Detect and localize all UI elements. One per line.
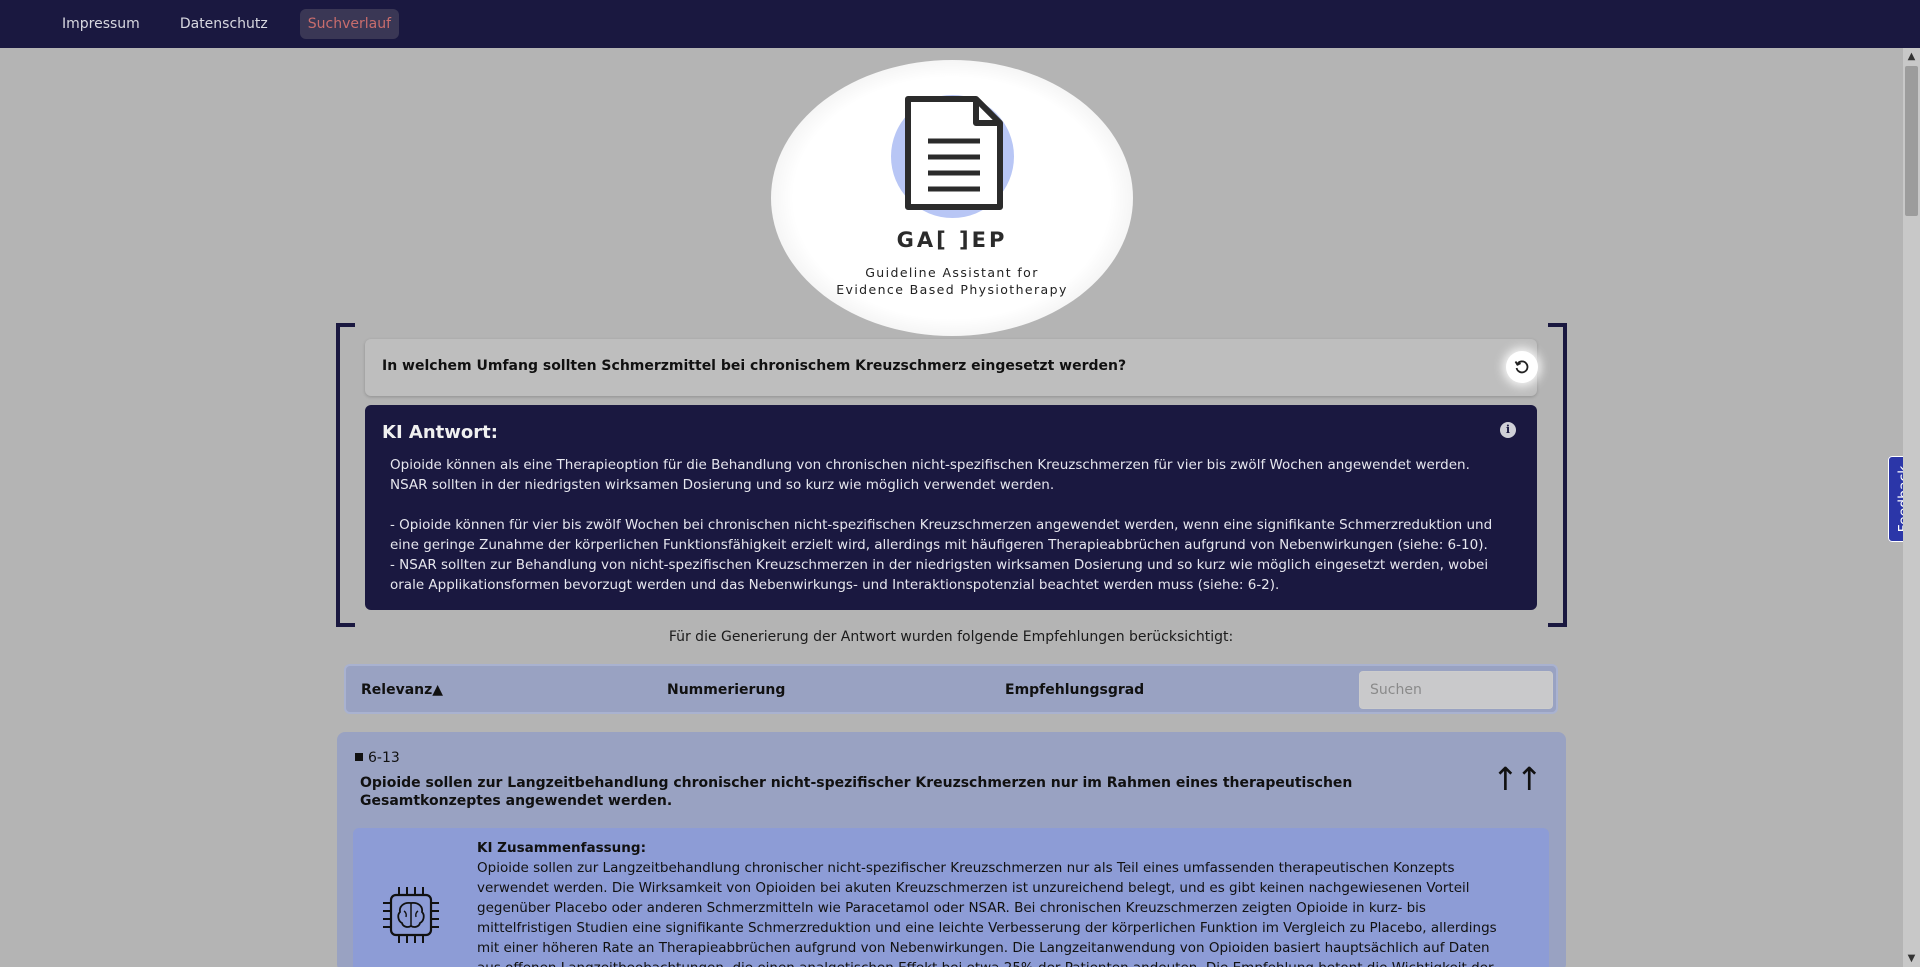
considered-recommendations-note: Für die Generierung der Antwort wurden f… [668, 629, 1234, 645]
answer-bullet: - NSAR sollten zur Behandlung von nicht-… [390, 557, 1489, 593]
ai-summary-label: KI Zusammenfassung: [477, 840, 646, 856]
ai-answer-title: KI Antwort: [382, 422, 498, 443]
ai-summary-text: Opioide sollen zur Langzeitbehandlung ch… [477, 860, 1497, 967]
sort-grade-header[interactable]: Empfehlungsgrad [1005, 682, 1144, 698]
recommendation-card: 6-13 Opioide sollen zur Langzeitbehandlu… [337, 732, 1566, 967]
ai-summary-panel: KI Zusammenfassung: Opioide sollen zur L… [353, 828, 1549, 967]
top-navbar: Impressum Datenschutz Suchverlauf [0, 0, 1920, 48]
document-icon [905, 96, 1003, 210]
info-icon[interactable]: i [1500, 422, 1516, 438]
logo-subtitle: Guideline Assistant for Evidence Based P… [820, 264, 1084, 298]
recommendation-grade-arrows: ↑↑ [1492, 760, 1543, 798]
sort-relevance-header[interactable]: Relevanz▲ [361, 682, 443, 698]
nav-impressum[interactable]: Impressum [54, 9, 148, 39]
ai-answer-panel: KI Antwort: i Opioide können als eine Th… [365, 405, 1537, 610]
square-bullet-icon [355, 753, 363, 761]
scrollbar-thumb[interactable] [1905, 66, 1918, 216]
logo-subtitle-line2: Evidence Based Physiotherapy [836, 282, 1068, 297]
refresh-icon [1514, 360, 1529, 374]
recommendation-number: 6-13 [355, 750, 400, 766]
recommendation-text: Opioide sollen zur Langzeitbehandlung ch… [360, 775, 1353, 809]
answer-paragraph: Opioide können als eine Therapieoption f… [390, 457, 1470, 493]
nav-datenschutz[interactable]: Datenschutz [172, 9, 276, 39]
logo-title: GA[ ]EP [896, 228, 1008, 252]
sort-numbering-header[interactable]: Nummerierung [667, 682, 785, 698]
logo-subtitle-line1: Guideline Assistant for [865, 265, 1039, 280]
reset-query-button[interactable] [1506, 351, 1538, 383]
recommendations-table-header: Relevanz▲ Nummerierung Empfehlungsgrad [344, 664, 1558, 714]
answer-bullet: - Opioide können für vier bis zwölf Woch… [390, 517, 1493, 553]
query-box: In welchem Umfang sollten Schmerzmittel … [365, 339, 1538, 396]
scroll-up-icon[interactable]: ▲ [1903, 48, 1920, 65]
right-bracket-decoration [1548, 323, 1567, 627]
left-bracket-decoration [336, 323, 355, 627]
query-text: In welchem Umfang sollten Schmerzmittel … [382, 358, 1127, 374]
ai-answer-body: Opioide können als eine Therapieoption f… [390, 455, 1500, 595]
scroll-down-icon[interactable]: ▼ [1903, 950, 1920, 967]
nav-suchverlauf[interactable]: Suchverlauf [299, 9, 400, 39]
ai-chip-brain-icon [383, 887, 439, 943]
search-input[interactable] [1359, 671, 1553, 709]
page-scrollbar[interactable]: ▲ ▼ [1903, 48, 1920, 967]
